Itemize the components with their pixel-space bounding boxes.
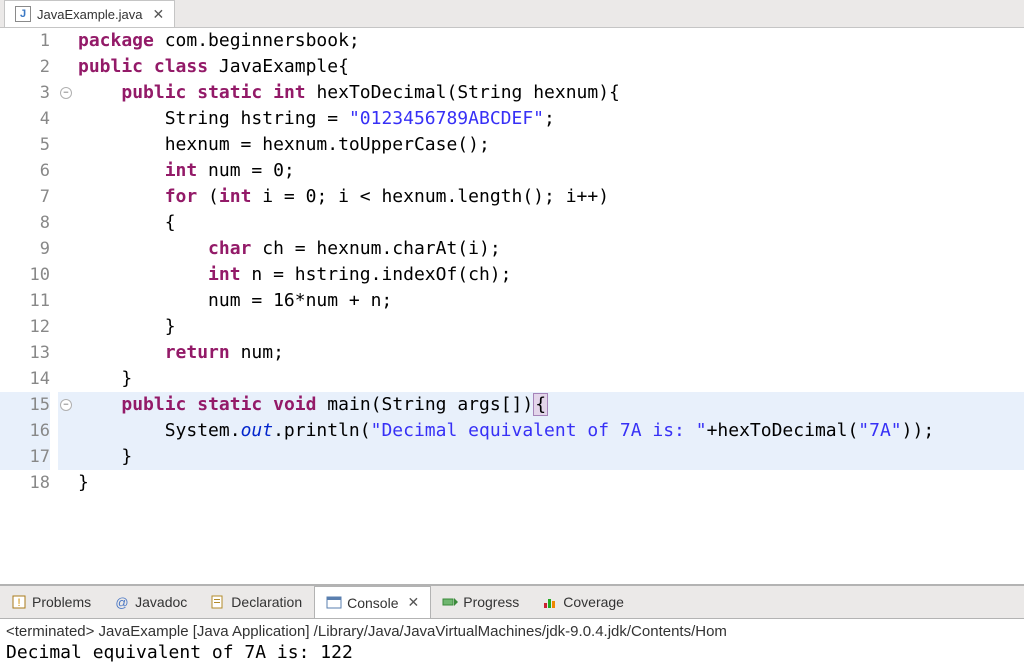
- line-number-gutter: 123456789101112131415161718: [14, 28, 58, 584]
- svg-text:@: @: [116, 595, 129, 610]
- fold-toggle-icon[interactable]: −: [60, 87, 72, 99]
- tab-label: Progress: [463, 594, 519, 610]
- java-file-icon: J: [15, 6, 31, 22]
- line-number: 10: [14, 262, 50, 288]
- line-number: 14: [14, 366, 50, 392]
- svg-text:!: !: [17, 597, 20, 609]
- file-tab-javaexample[interactable]: J JavaExample.java ✕: [4, 0, 175, 27]
- line-number: 4: [14, 106, 50, 132]
- code-line[interactable]: public static void main(String args[]){: [76, 392, 1024, 418]
- code-line[interactable]: }: [76, 314, 1024, 340]
- progress-icon: [442, 594, 458, 610]
- code-line[interactable]: {: [76, 210, 1024, 236]
- line-number: 8: [14, 210, 50, 236]
- tab-declaration[interactable]: Declaration: [199, 586, 314, 618]
- javadoc-icon: @: [114, 594, 130, 610]
- file-tab-label: JavaExample.java: [37, 7, 143, 22]
- close-tab-icon[interactable]: ✕: [153, 6, 165, 23]
- code-line[interactable]: public static int hexToDecimal(String he…: [76, 80, 1024, 106]
- console-body: <terminated> JavaExample [Java Applicati…: [0, 618, 1024, 667]
- tab-label: Javadoc: [135, 594, 187, 610]
- line-number: 9: [14, 236, 50, 262]
- line-number: 3: [14, 80, 50, 106]
- code-line[interactable]: System.out.println("Decimal equivalent o…: [76, 418, 1024, 444]
- tab-label: Console: [347, 595, 398, 611]
- code-line[interactable]: for (int i = 0; i < hexnum.length(); i++…: [76, 184, 1024, 210]
- line-number: 5: [14, 132, 50, 158]
- code-line[interactable]: package com.beginnersbook;: [76, 28, 1024, 54]
- line-number: 12: [14, 314, 50, 340]
- tab-javadoc[interactable]: @ Javadoc: [103, 586, 199, 618]
- line-number: 17: [14, 444, 50, 470]
- code-line[interactable]: String hstring = "0123456789ABCDEF";: [76, 106, 1024, 132]
- code-line[interactable]: }: [76, 366, 1024, 392]
- marker-gutter: [0, 28, 14, 584]
- code-content[interactable]: package com.beginnersbook;public class J…: [76, 28, 1024, 584]
- code-line[interactable]: int n = hstring.indexOf(ch);: [76, 262, 1024, 288]
- problems-icon: !: [11, 594, 27, 610]
- console-output: Decimal equivalent of 7A is: 122: [6, 640, 1018, 663]
- code-line[interactable]: }: [76, 470, 1024, 496]
- tab-coverage[interactable]: Coverage: [531, 586, 636, 618]
- line-number: 7: [14, 184, 50, 210]
- tab-label: Problems: [32, 594, 91, 610]
- code-line[interactable]: char ch = hexnum.charAt(i);: [76, 236, 1024, 262]
- line-number: 18: [14, 470, 50, 496]
- fold-gutter: −−: [58, 28, 76, 584]
- tab-problems[interactable]: ! Problems: [0, 586, 103, 618]
- tab-progress[interactable]: Progress: [431, 586, 531, 618]
- code-line[interactable]: hexnum = hexnum.toUpperCase();: [76, 132, 1024, 158]
- line-number: 15: [14, 392, 50, 418]
- tab-label: Declaration: [231, 594, 302, 610]
- close-console-icon[interactable]: ✕: [408, 594, 420, 611]
- fold-toggle-icon[interactable]: −: [60, 399, 72, 411]
- editor-tab-bar: J JavaExample.java ✕: [0, 0, 1024, 28]
- line-number: 2: [14, 54, 50, 80]
- code-editor[interactable]: 123456789101112131415161718 −− package c…: [0, 28, 1024, 584]
- line-number: 1: [14, 28, 50, 54]
- code-line[interactable]: num = 16*num + n;: [76, 288, 1024, 314]
- line-number: 13: [14, 340, 50, 366]
- tab-console[interactable]: Console ✕: [314, 586, 431, 618]
- line-number: 6: [14, 158, 50, 184]
- line-number: 16: [14, 418, 50, 444]
- tab-label: Coverage: [563, 594, 624, 610]
- console-icon: [326, 595, 342, 611]
- declaration-icon: [210, 594, 226, 610]
- coverage-icon: [542, 594, 558, 610]
- line-number: 11: [14, 288, 50, 314]
- code-line[interactable]: int num = 0;: [76, 158, 1024, 184]
- code-line[interactable]: }: [76, 444, 1024, 470]
- console-status: <terminated> JavaExample [Java Applicati…: [6, 623, 1018, 640]
- bottom-panel: ! Problems @ Javadoc Declaration Console…: [0, 584, 1024, 667]
- code-line[interactable]: public class JavaExample{: [76, 54, 1024, 80]
- bottom-tab-bar: ! Problems @ Javadoc Declaration Console…: [0, 586, 1024, 618]
- code-line[interactable]: return num;: [76, 340, 1024, 366]
